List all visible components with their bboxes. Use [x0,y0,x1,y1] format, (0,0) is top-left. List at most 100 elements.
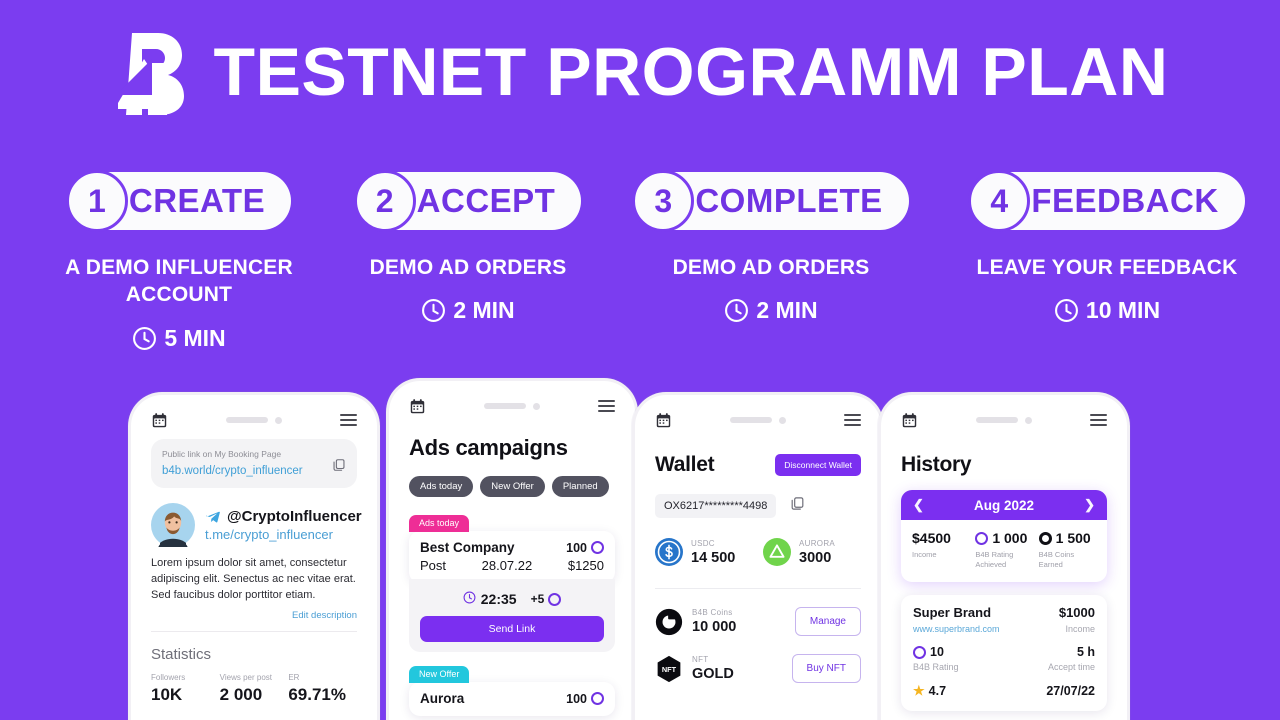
avatar [151,503,195,547]
step-1-pill[interactable]: 1 CREATE [65,170,292,232]
step-3[interactable]: 3 COMPLETE DEMO AD ORDERS 2 MIN [630,170,912,324]
handle-row: @CryptoInfluencer [205,508,362,525]
calendar-icon[interactable] [655,412,672,429]
step-1-number: 1 [65,170,128,232]
step-4-pill[interactable]: 4 FEEDBACK [968,170,1245,232]
phone2-side-button-volume-down[interactable] [386,547,389,581]
order-card-aurora[interactable]: Aurora 100 [409,682,615,716]
step-3-number: 3 [632,170,695,232]
order-price: $1250 [567,558,604,573]
phone2-side-button-mute[interactable] [386,469,389,491]
chip-new-offer[interactable]: New Offer [480,476,545,497]
step-4[interactable]: 4 FEEDBACK LEAVE YOUR FEEDBACK 10 MIN [968,170,1246,324]
token-usdc-amount: 14 500 [691,549,736,566]
phone1-side-button-power[interactable] [377,517,380,565]
public-link-card[interactable]: Public link on My Booking Page b4b.world… [151,439,357,488]
phone3-side-button-volume-up[interactable] [632,507,635,541]
usdc-coin-icon [655,538,683,566]
phone4-side-button-mute[interactable] [878,473,881,495]
hamburger-menu-icon[interactable] [1090,414,1107,426]
step-1[interactable]: 1 CREATE A DEMO INFLUENCER ACCOUNT 5 MIN [48,170,310,352]
influencer-tme-link[interactable]: t.me/crypto_influencer [205,527,362,542]
calendar-icon[interactable] [151,412,168,429]
history-title: History [901,453,972,476]
phone4-statusbar [887,401,1121,439]
month-navigator: ❮ Aug 2022 ❯ [901,490,1107,520]
phone3-notch [680,416,836,424]
step-3-subtitle: DEMO AD ORDERS [672,256,870,279]
wallet-address-row: OX6217*********4498 [655,494,861,518]
chevron-left-icon[interactable]: ❮ [913,497,924,513]
wallet-header: Wallet Disconnect Wallet [655,453,861,477]
step-2-subtitle: DEMO AD ORDERS [369,256,567,279]
hamburger-menu-icon[interactable] [340,414,357,426]
phone3-statusbar [641,401,875,439]
month-summary-card: ❮ Aug 2022 ❯ $4500 Income 1 000 B4B Rati… [901,490,1107,583]
chip-planned[interactable]: Planned [551,476,609,497]
phone4-notch [926,416,1082,424]
b4-logo-icon [112,29,188,115]
calendar-icon[interactable] [409,398,426,415]
phone1-screen: Public link on My Booking Page b4b.world… [137,401,371,720]
order-coin-value: 100 [566,540,587,555]
token-usdc-meta: USDC 14 500 [691,539,735,566]
month-income-value: $4500 [912,530,951,546]
token-aurora[interactable]: AURORA 3000 [763,538,861,566]
phone3-content: Wallet Disconnect Wallet OX6217*********… [641,453,875,683]
history-entry-metric-labels: B4B Rating Accept time [913,662,1095,672]
phone3-side-button-mute[interactable] [632,473,635,495]
history-entry-card[interactable]: Super Brand $1000 www.superbrand.com Inc… [901,595,1107,712]
disconnect-wallet-button[interactable]: Disconnect Wallet [775,454,861,476]
copy-icon[interactable] [790,496,805,516]
order-card-best-company[interactable]: Best Company 100 Post 28.07.22 $1250 [409,531,615,583]
history-entry-metrics: 10 5 h [913,645,1095,659]
step-2[interactable]: 2 ACCEPT DEMO AD ORDERS 2 MIN [342,170,594,324]
order-bonus-value: +5 [530,592,545,606]
coin-ring-icon [548,592,562,606]
hamburger-menu-icon[interactable] [844,414,861,426]
history-brand-site[interactable]: www.superbrand.com [913,624,1000,634]
speaker-grille-icon [730,417,772,423]
wallet-tokens-row: USDC 14 500 AURORA 3000 [655,538,861,566]
speaker-grille-icon [976,417,1018,423]
history-accept-time-value: 5 h [1076,645,1095,660]
stat-views-label: Views per post [219,672,272,682]
manage-button[interactable]: Manage [794,607,861,636]
asset-nft-value: GOLD [692,666,734,682]
chevron-right-icon[interactable]: ❯ [1084,497,1095,513]
phone3-side-button-volume-down[interactable] [632,551,635,585]
buy-nft-button[interactable]: Buy NFT [791,654,861,683]
phone1-side-button-mute[interactable] [128,473,131,495]
phone1-side-button-volume-up[interactable] [128,507,131,541]
order-timer-zone: 22:35 +5 Send Link [409,579,615,652]
send-link-button[interactable]: Send Link [420,616,604,642]
chip-ads-today[interactable]: Ads today [409,476,474,497]
history-accept-time-label: Accept time [1047,662,1095,673]
history-income-value: $1000 [1058,605,1095,621]
order-countdown-value: 22:35 [480,591,517,607]
copy-icon[interactable] [332,458,346,472]
phone4-side-button-volume-up[interactable] [878,507,881,541]
phone4-side-button-power[interactable] [1127,517,1130,565]
order-group-new-offer: New Offer Aurora 100 [409,664,615,716]
step-4-subtitle: LEAVE YOUR FEEDBACK [976,256,1238,279]
phone4-side-button-volume-down[interactable] [878,551,881,585]
calendar-icon[interactable] [901,412,918,429]
month-stat-coins: 1 500 B4B Coins Earned [1038,530,1096,570]
phone2-content: Ads campaigns Ads today New Offer Planne… [395,435,629,716]
hamburger-menu-icon[interactable] [598,400,615,412]
phone2-side-button-volume-up[interactable] [386,503,389,537]
token-usdc[interactable]: USDC 14 500 [655,538,753,566]
public-link-url[interactable]: b4b.world/crypto_influencer [162,465,346,477]
step-4-duration: 10 MIN [1054,297,1160,324]
coin-ring-icon [591,692,604,705]
influencer-bio: Lorem ipsum dolor sit amet, consectetur … [151,557,356,601]
month-income-label: Income [912,550,937,559]
stat-er-value: 69.71% [288,684,347,704]
edit-description-link[interactable]: Edit description [151,610,357,621]
order-coin-amount: 100 [566,541,604,555]
step-2-pill[interactable]: 2 ACCEPT [353,170,582,232]
step-3-pill[interactable]: 3 COMPLETE [632,170,909,232]
phone-mockup-history: History ❮ Aug 2022 ❯ $4500 Income 1 000 … [878,392,1130,720]
phone1-side-button-volume-down[interactable] [128,551,131,585]
